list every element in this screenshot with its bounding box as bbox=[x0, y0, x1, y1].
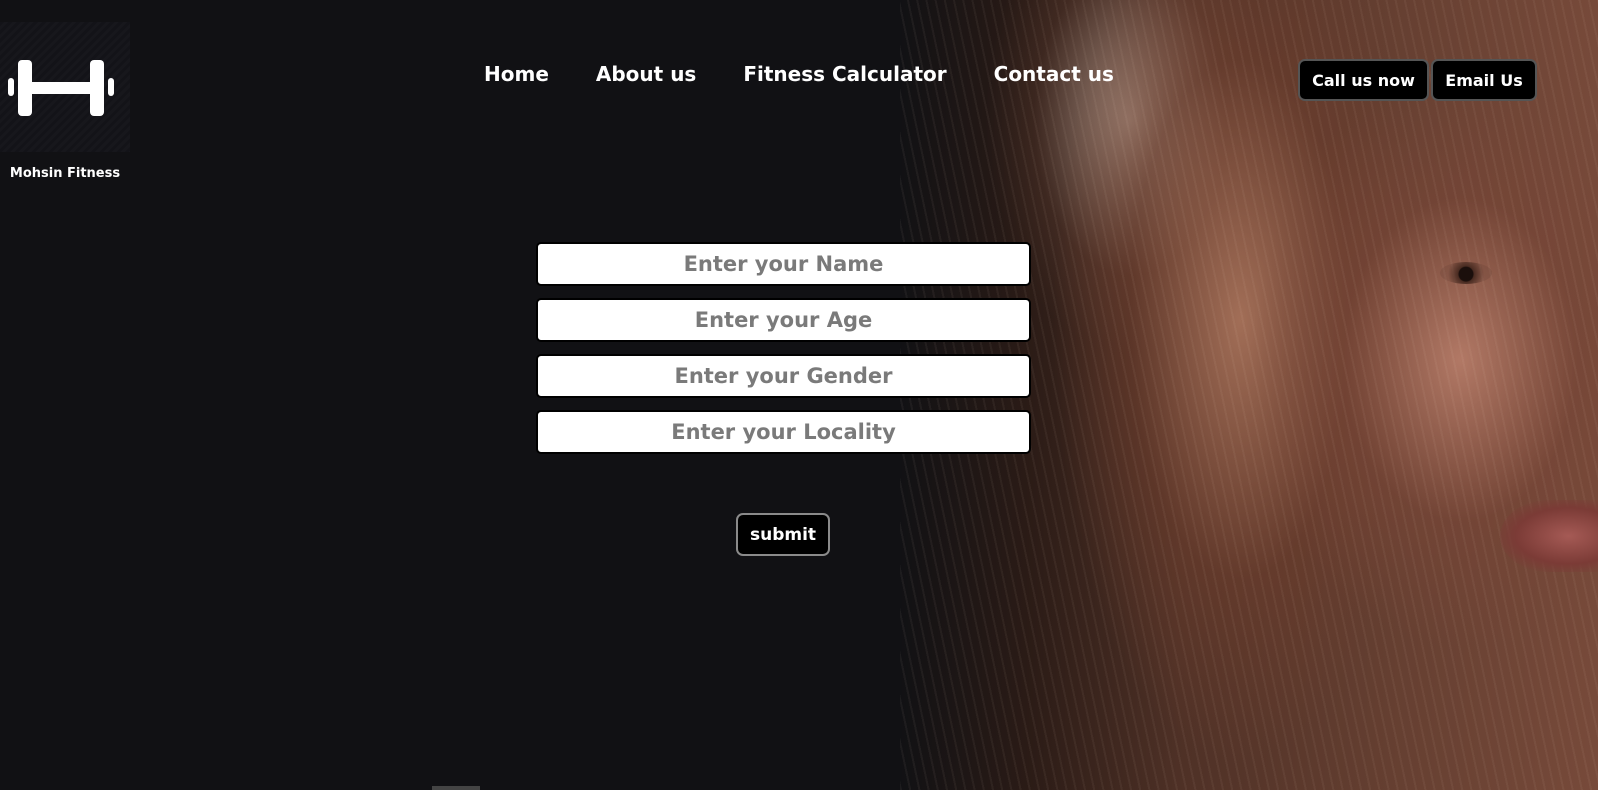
call-us-button[interactable]: Call us now bbox=[1298, 59, 1429, 101]
locality-input[interactable] bbox=[536, 410, 1031, 454]
email-us-button[interactable]: Email Us bbox=[1431, 59, 1537, 101]
nav-contact-us[interactable]: Contact us bbox=[994, 62, 1114, 86]
nav-fitness-calculator[interactable]: Fitness Calculator bbox=[743, 62, 946, 86]
nav-home[interactable]: Home bbox=[484, 62, 549, 86]
header-actions: Call us now Email Us bbox=[1298, 59, 1537, 101]
dumbbell-icon bbox=[8, 60, 114, 116]
submit-button[interactable]: submit bbox=[736, 513, 830, 556]
page: Mohsin Fitness Home About us Fitness Cal… bbox=[0, 0, 1598, 790]
gender-input[interactable] bbox=[536, 354, 1031, 398]
hero-photo-eye bbox=[1440, 262, 1492, 284]
nav-about-us[interactable]: About us bbox=[596, 62, 696, 86]
scroll-indicator bbox=[432, 786, 480, 790]
logo-box[interactable] bbox=[0, 22, 130, 152]
details-form bbox=[536, 242, 1031, 466]
main-nav: Home About us Fitness Calculator Contact… bbox=[484, 62, 1114, 86]
brand-name: Mohsin Fitness bbox=[9, 166, 121, 181]
name-input[interactable] bbox=[536, 242, 1031, 286]
age-input[interactable] bbox=[536, 298, 1031, 342]
hero-photo-lips bbox=[1500, 500, 1598, 572]
logo[interactable]: Mohsin Fitness bbox=[0, 22, 130, 192]
